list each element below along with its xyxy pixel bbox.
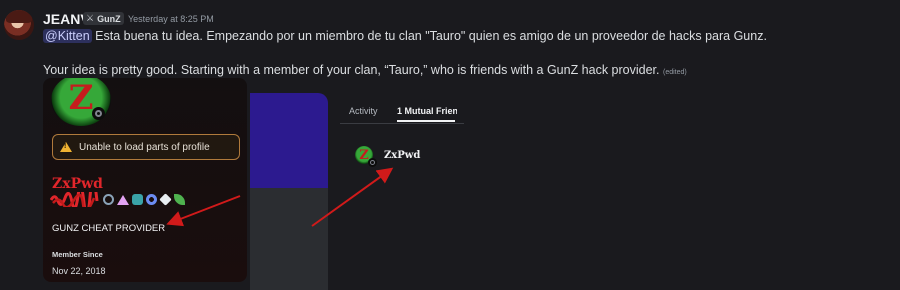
edited-marker: (edited) [662, 69, 687, 76]
hashtag-badge-icon [132, 194, 143, 205]
user-avatar[interactable] [4, 10, 34, 40]
tab-activity[interactable]: Activity [349, 106, 378, 116]
profile-card-screenshot[interactable]: Z Unable to load parts of profile ZxPwd … [43, 78, 247, 282]
profile-bio: GUNZ CHEAT PROVIDER [52, 223, 166, 234]
profile-badges [103, 193, 185, 206]
member-since-label: Member Since [52, 250, 103, 259]
status-offline-icon [92, 107, 105, 120]
profile-panel-lower [250, 188, 328, 290]
nitro-badge-icon [103, 194, 114, 205]
tab-divider [340, 123, 464, 124]
status-offline-icon [368, 158, 377, 167]
message-text-english: Your idea is pretty good. Starting with … [43, 63, 660, 77]
member-since-date: Nov 22, 2018 [52, 266, 106, 276]
user-mention[interactable]: @Kitten [43, 29, 92, 43]
warning-icon [60, 142, 72, 152]
profile-banner-screenshot [250, 93, 328, 188]
message-timestamp: Yesterday at 8:25 PM [128, 14, 214, 24]
profile-warning-banner: Unable to load parts of profile [52, 134, 240, 160]
profile-warning-text: Unable to load parts of profile [79, 141, 210, 153]
triangle-badge-icon [117, 194, 129, 205]
tab-mutual-friends[interactable]: 1 Mutual Frien [397, 106, 457, 116]
profile-avatar-letter: Z [68, 78, 94, 118]
gem-badge-icon [159, 193, 172, 206]
hypesquad-badge-icon [146, 194, 157, 205]
message-line-spanish: @Kitten Esta buena tu idea. Empezando po… [43, 29, 767, 43]
mutual-friend-avatar-letter: Z [359, 147, 369, 163]
sword-icon: ⚔ [86, 13, 95, 23]
server-tag-badge[interactable]: ⚔ GunZ [83, 12, 124, 25]
server-tag-label: GunZ [97, 13, 121, 24]
active-tab-indicator [397, 120, 455, 122]
message-line-english: Your idea is pretty good. Starting with … [43, 63, 687, 77]
leaf-badge-icon [174, 194, 185, 205]
mutual-friend-name[interactable]: ZxPwd [384, 150, 420, 161]
redaction-scribble [50, 192, 99, 207]
profile-display-name: ZxPwd [52, 176, 103, 192]
message-text-spanish: Esta buena tu idea. Empezando por un mie… [91, 29, 767, 43]
